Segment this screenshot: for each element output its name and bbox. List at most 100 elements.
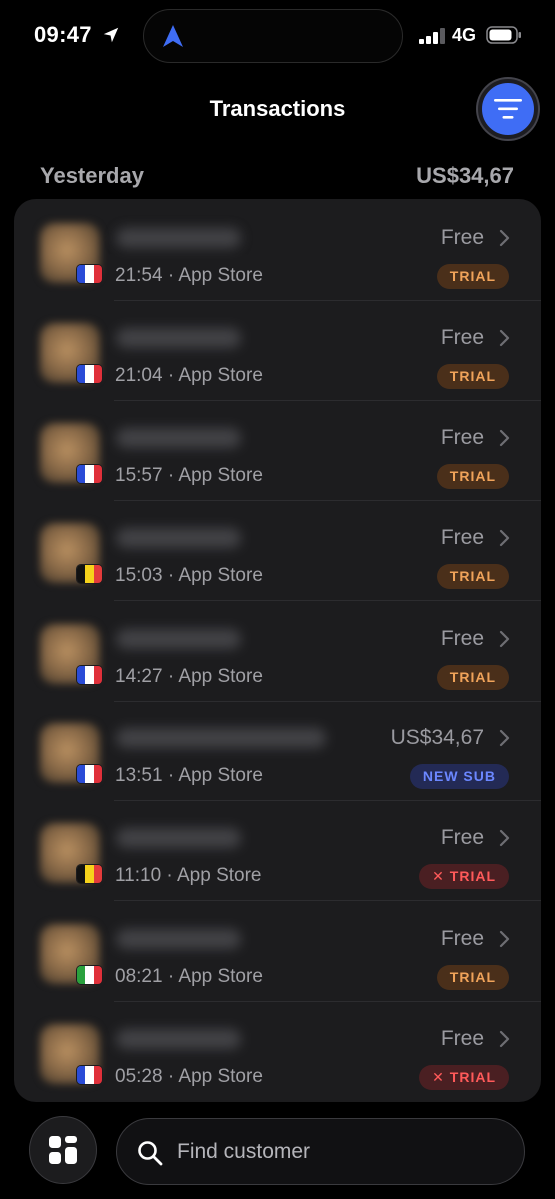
transaction-store: App Store (178, 465, 263, 486)
transaction-store: App Store (178, 265, 263, 286)
transaction-store: App Store (178, 666, 263, 687)
chevron-right-icon (499, 529, 510, 547)
redacted-product-name (116, 828, 241, 848)
transaction-time-store: 21:04 · App Store (115, 365, 263, 387)
status-badge: TRIAL (436, 264, 509, 289)
transaction-time-store: 11:10 · App Store (115, 865, 261, 887)
transaction-price: Free (440, 426, 484, 449)
location-arrow-icon (103, 27, 119, 43)
transaction-time: 21:04 (115, 365, 163, 386)
flag-icon (76, 1065, 103, 1085)
chevron-right-icon (499, 930, 510, 948)
transaction-time: 15:57 (115, 465, 163, 486)
transaction-store: App Store (178, 565, 263, 586)
meta-separator: · (161, 865, 177, 886)
meta-separator: · (162, 765, 179, 786)
redacted-product-name (116, 728, 326, 748)
apps-button[interactable] (29, 1116, 97, 1184)
chevron-right-icon (499, 729, 510, 747)
flag-icon (76, 965, 103, 985)
meta-separator: · (162, 465, 179, 486)
transaction-store: App Store (178, 365, 263, 386)
redacted-product-name (116, 929, 241, 949)
meta-separator: · (162, 265, 179, 286)
chevron-right-icon (499, 229, 510, 247)
transaction-store: App Store (176, 865, 262, 886)
meta-separator: · (162, 365, 179, 386)
transaction-price: Free (440, 1027, 484, 1050)
transaction-row[interactable]: 15:57 · App Store Free TRIAL (14, 401, 541, 501)
transactions-list: 21:54 · App Store Free TRIAL 21:04 · App St… (14, 199, 541, 1102)
transaction-price: Free (440, 326, 484, 349)
transaction-time: 05:28 (115, 1066, 163, 1087)
transaction-store: App Store (178, 765, 263, 786)
meta-separator: · (162, 966, 179, 987)
grid-icon (49, 1136, 77, 1164)
status-badge: TRIAL (436, 464, 509, 489)
transaction-time: 11:10 (115, 865, 162, 886)
transaction-time: 14:27 (115, 666, 163, 687)
flag-icon (76, 464, 103, 484)
dynamic-island[interactable] (143, 9, 403, 63)
flag-icon (76, 665, 103, 685)
row-divider (114, 900, 541, 901)
transaction-time: 21:54 (115, 265, 163, 286)
redacted-product-name (116, 328, 241, 348)
transaction-row[interactable]: 11:10 · App Store Free ✕ TRIAL (14, 801, 541, 901)
transaction-time-store: 14:27 · App Store (115, 666, 263, 688)
flag-icon (76, 564, 103, 584)
flag-icon (76, 864, 103, 884)
transaction-row[interactable]: 21:04 · App Store Free TRIAL (14, 301, 541, 401)
search-field[interactable] (116, 1118, 525, 1185)
transactions-screen: 09:47 4G Transactions Yesterday US$34,67… (0, 0, 555, 1199)
page-title: Transactions (209, 96, 346, 121)
status-badge: ✕ TRIAL (419, 1065, 509, 1090)
transaction-time-store: 15:57 · App Store (115, 465, 263, 487)
transaction-row[interactable]: 15:03 · App Store Free TRIAL (14, 501, 541, 601)
status-badge: NEW SUB (409, 764, 509, 789)
chevron-right-icon (499, 329, 510, 347)
transaction-store: App Store (178, 1066, 263, 1087)
status-bar: 09:47 4G (0, 0, 555, 72)
flag-icon (76, 764, 103, 784)
search-icon (138, 1141, 163, 1166)
signal-icon (419, 28, 445, 44)
redacted-product-name (116, 228, 241, 248)
filter-button[interactable] (478, 79, 538, 139)
transaction-price: US$34,67 (390, 726, 484, 749)
transaction-row[interactable]: 13:51 · App Store US$34,67 NEW SUB (14, 701, 541, 801)
status-badge: TRIAL (436, 965, 509, 990)
navigation-arrow-icon (163, 25, 183, 47)
section-date: Yesterday (40, 163, 144, 188)
transaction-row[interactable]: 08:21 · App Store Free TRIAL (14, 902, 541, 1002)
battery-icon (486, 26, 521, 44)
transaction-price: Free (440, 927, 484, 950)
chevron-right-icon (499, 429, 510, 447)
transaction-time-store: 08:21 · App Store (115, 966, 263, 988)
redacted-product-name (116, 1029, 241, 1049)
flag-icon (76, 264, 103, 284)
section-total: US$34,67 (416, 163, 514, 188)
transaction-price: Free (440, 526, 484, 549)
status-badge: ✕ TRIAL (419, 864, 509, 889)
transaction-price: Free (440, 826, 484, 849)
search-input[interactable] (177, 1134, 507, 1170)
status-badge: TRIAL (436, 364, 509, 389)
meta-separator: · (162, 1066, 179, 1087)
status-time: 09:47 (34, 22, 92, 47)
transaction-store: App Store (178, 966, 263, 987)
transaction-time-store: 13:51 · App Store (115, 765, 263, 787)
network-type: 4G (452, 25, 477, 45)
redacted-product-name (116, 629, 241, 649)
meta-separator: · (162, 666, 179, 687)
transaction-row[interactable]: 21:54 · App Store Free TRIAL (14, 201, 541, 301)
row-divider (114, 600, 541, 601)
transaction-row[interactable]: 14:27 · App Store Free TRIAL (14, 602, 541, 702)
chevron-right-icon (499, 630, 510, 648)
transaction-time-store: 15:03 · App Store (115, 565, 263, 587)
redacted-product-name (116, 528, 241, 548)
transaction-price: Free (440, 627, 484, 650)
transaction-row[interactable]: 05:28 · App Store Free ✕ TRIAL (14, 1002, 541, 1102)
meta-separator: · (162, 565, 179, 586)
transaction-time: 08:21 (115, 966, 163, 987)
